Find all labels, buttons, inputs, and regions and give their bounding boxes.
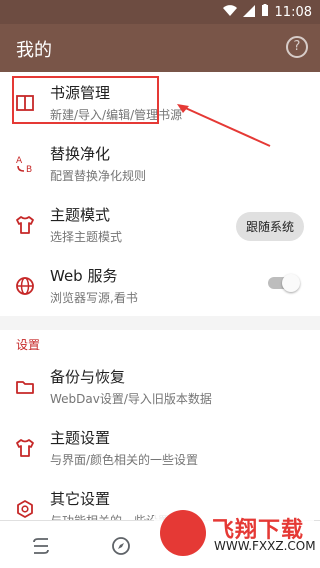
menu-item-subtitle: 浏览器写源,看书 <box>50 291 138 305</box>
tshirt-icon <box>14 214 36 236</box>
status-bar: 11:08 <box>0 0 320 24</box>
settings-item-subtitle: 与界面/颜色相关的一些设置 <box>50 453 199 467</box>
wifi-icon <box>222 4 237 21</box>
annotation-highlight-box <box>12 76 159 124</box>
menu-item-subtitle: 配置替换净化规则 <box>50 169 147 183</box>
svg-text:B: B <box>26 165 32 175</box>
section-title-settings: 设置 <box>0 330 320 356</box>
app-bar: 我的 ? <box>0 24 320 72</box>
settings-item-title: 备份与恢复 <box>50 368 126 386</box>
watermark-logo: 飞翔下载 WWW.FXXZ.COM <box>154 504 316 562</box>
menu-item-title: 替换净化 <box>50 145 111 163</box>
section-divider <box>0 316 320 330</box>
status-icons: 11:08 <box>222 4 312 21</box>
settings-item-theme[interactable]: 主题设置 与界面/颜色相关的一些设置 <box>0 417 320 478</box>
help-circle-icon[interactable]: ? <box>286 36 308 58</box>
bookshelf-tab-icon[interactable] <box>30 535 52 557</box>
toggle-knob <box>282 274 300 292</box>
menu-item-title: 主题模式 <box>50 206 111 224</box>
explore-compass-icon[interactable] <box>110 535 132 557</box>
cellular-icon <box>242 4 255 21</box>
menu-item-theme-mode[interactable]: 主题模式 选择主题模式 跟随系统 <box>0 194 320 255</box>
settings-item-title: 其它设置 <box>50 490 111 508</box>
settings-item-subtitle: WebDav设置/导入旧版本数据 <box>50 392 212 406</box>
gear-icon <box>14 498 36 520</box>
replace-ab-icon: A B <box>14 153 36 175</box>
watermark-logo-icon <box>160 510 206 556</box>
tshirt-icon <box>14 437 36 459</box>
battery-icon <box>261 4 269 21</box>
web-service-toggle[interactable] <box>268 274 300 292</box>
status-time: 11:08 <box>274 5 312 20</box>
settings-item-backup[interactable]: 备份与恢复 WebDav设置/导入旧版本数据 <box>0 356 320 417</box>
svg-text:A: A <box>16 156 23 166</box>
theme-mode-select[interactable]: 跟随系统 <box>235 212 304 241</box>
annotation-arrow <box>177 104 271 147</box>
page-title: 我的 <box>16 40 52 61</box>
settings-item-title: 主题设置 <box>50 429 111 447</box>
folder-icon <box>14 376 36 398</box>
menu-item-web-service[interactable]: Web 服务 浏览器写源,看书 <box>0 255 320 316</box>
watermark-domain: WWW.FXXZ.COM <box>214 539 316 553</box>
globe-icon <box>14 275 36 297</box>
menu-item-title: Web 服务 <box>50 267 118 285</box>
menu-item-subtitle: 选择主题模式 <box>50 230 123 244</box>
